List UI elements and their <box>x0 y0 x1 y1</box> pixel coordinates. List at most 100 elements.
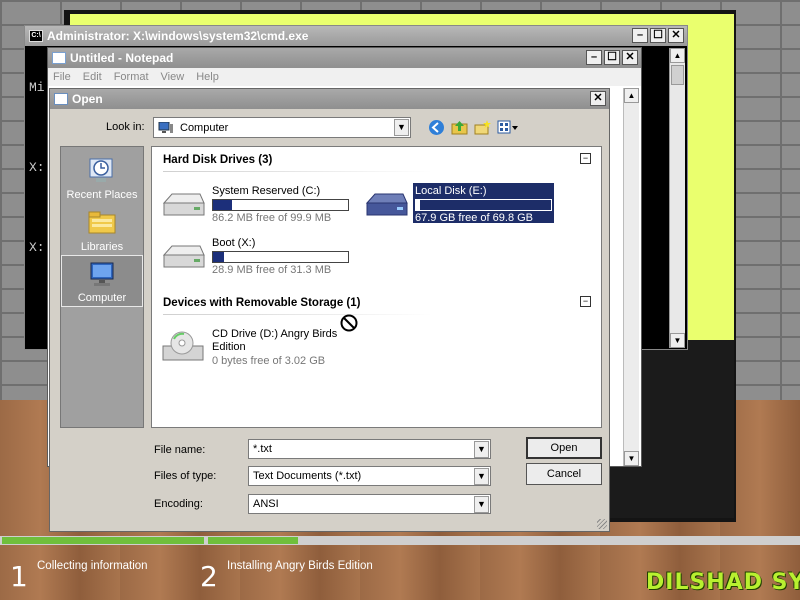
dialog-titlebar[interactable]: Open ✕ <box>50 89 609 109</box>
cmd-scrollbar[interactable]: ▲ ▼ <box>669 48 685 348</box>
drive-name: System Reserved (C:) <box>212 185 321 197</box>
cmd-minimize-button[interactable]: – <box>632 28 648 43</box>
drive-usage-fill <box>213 200 232 210</box>
encoding-dropdown[interactable]: ANSI ▼ <box>248 494 491 514</box>
collapse-group-icon[interactable]: − <box>580 153 591 164</box>
libraries-icon <box>88 211 116 234</box>
computer-icon <box>158 121 173 133</box>
drive-x[interactable]: Boot (X:) 28.9 MB free of 31.3 MB <box>160 237 360 277</box>
encoding-label: Encoding: <box>154 498 203 510</box>
drive-c[interactable]: System Reserved (C:) 86.2 MB free of 99.… <box>160 185 360 225</box>
setup-progress-bar <box>0 536 800 545</box>
group-divider <box>163 171 433 172</box>
nav-toolbar <box>428 119 519 136</box>
chevron-down-icon[interactable]: ▼ <box>474 468 489 485</box>
scroll-up-icon[interactable]: ▲ <box>624 88 639 103</box>
notepad-app-icon <box>52 52 66 64</box>
place-label: Libraries <box>80 241 124 253</box>
place-label: Recent Places <box>66 189 138 201</box>
device-free-space: 0 bytes free of 3.02 GB <box>212 355 326 367</box>
place-label: Computer <box>77 292 127 304</box>
group-divider <box>163 314 433 315</box>
dialog-app-icon <box>54 93 68 105</box>
drive-cd-d[interactable]: CD Drive (D:) Angry Birds Edition 0 byte… <box>160 328 380 372</box>
chevron-down-icon[interactable]: ▼ <box>474 441 489 458</box>
scroll-thumb[interactable] <box>671 65 684 85</box>
cancel-button[interactable]: Cancel <box>526 463 602 485</box>
look-in-value: Computer <box>180 121 229 134</box>
cmd-app-icon: C:\ <box>29 30 43 42</box>
look-in-label: Look in: <box>106 121 145 133</box>
drive-e[interactable]: Local Disk (E:) 67.9 GB free of 69.8 GB <box>363 183 563 225</box>
step-label: Collecting information <box>37 560 148 572</box>
drive-usage-bar <box>415 199 552 211</box>
setup-progress-step2 <box>208 537 298 544</box>
drive-free-space: 67.9 GB free of 69.8 GB <box>415 212 534 224</box>
place-recent-places[interactable]: Recent Places <box>61 151 143 203</box>
file-name-value: *.txt <box>253 443 272 455</box>
device-name-line1: CD Drive (D:) Angry Birds <box>212 328 338 340</box>
drive-name: Local Disk (E:) <box>415 185 487 197</box>
open-button[interactable]: Open <box>526 437 602 459</box>
cmd-title: Administrator: X:\windows\system32\cmd.e… <box>47 29 309 43</box>
notepad-close-button[interactable]: ✕ <box>622 50 638 65</box>
back-arrow-icon[interactable] <box>428 119 445 136</box>
drive-usage-bar <box>212 199 349 211</box>
places-bar: Recent Places Libraries Computer <box>60 146 144 428</box>
chevron-down-icon[interactable]: ▼ <box>474 496 489 513</box>
step-number: 1 <box>10 560 28 593</box>
hard-drive-icon <box>162 245 205 268</box>
place-libraries[interactable]: Libraries <box>61 203 143 255</box>
up-folder-icon[interactable] <box>451 119 468 136</box>
menu-view[interactable]: View <box>161 71 185 83</box>
file-type-dropdown[interactable]: Text Documents (*.txt) ▼ <box>248 466 491 486</box>
unavailable-cursor-icon <box>340 314 358 332</box>
drive-usage-fill <box>213 252 224 262</box>
device-name-line2: Edition <box>212 341 246 353</box>
file-type-value: Text Documents (*.txt) <box>253 470 362 482</box>
notepad-minimize-button[interactable]: – <box>586 50 602 65</box>
scroll-up-icon[interactable]: ▲ <box>670 48 685 63</box>
cmd-maximize-button[interactable]: ☐ <box>650 28 666 43</box>
place-computer[interactable]: Computer <box>61 255 143 307</box>
scroll-down-icon[interactable]: ▼ <box>670 333 685 348</box>
file-name-label: File name: <box>154 444 206 456</box>
file-list[interactable]: Hard Disk Drives (3) − System Reserved (… <box>151 146 602 428</box>
notepad-title: Untitled - Notepad <box>70 51 174 65</box>
look-in-dropdown[interactable]: Computer ▼ <box>153 117 411 138</box>
drive-free-space: 86.2 MB free of 99.9 MB <box>212 212 332 224</box>
cd-drive-icon <box>162 331 204 361</box>
file-name-input[interactable]: *.txt ▼ <box>248 439 491 459</box>
notepad-titlebar[interactable]: Untitled - Notepad – ☐ ✕ <box>48 48 641 68</box>
drive-usage-fill <box>416 200 421 210</box>
dialog-close-button[interactable]: ✕ <box>590 91 606 106</box>
menu-file[interactable]: File <box>53 71 71 83</box>
menu-help[interactable]: Help <box>196 71 219 83</box>
encoding-value: ANSI <box>253 498 279 510</box>
group-header-hard-disk[interactable]: Hard Disk Drives (3) <box>163 154 272 166</box>
new-folder-icon[interactable] <box>474 119 491 136</box>
views-menu-icon[interactable] <box>497 119 519 136</box>
cmd-titlebar[interactable]: C:\ Administrator: X:\windows\system32\c… <box>25 26 687 46</box>
group-header-removable[interactable]: Devices with Removable Storage (1) <box>163 297 360 309</box>
recent-places-icon <box>89 158 113 182</box>
open-dialog[interactable]: Open ✕ Look in: Computer ▼ Recent Places… <box>49 88 610 532</box>
step-number: 2 <box>200 560 218 593</box>
step-label: Installing Angry Birds Edition <box>227 560 373 572</box>
resize-grip[interactable] <box>597 519 607 529</box>
setup-progress-step1 <box>2 537 204 544</box>
cmd-close-button[interactable]: ✕ <box>668 28 684 43</box>
notepad-menubar: File Edit Format View Help <box>48 68 641 86</box>
hard-drive-icon <box>162 193 205 216</box>
dialog-title: Open <box>72 92 103 106</box>
notepad-maximize-button[interactable]: ☐ <box>604 50 620 65</box>
notepad-scrollbar[interactable]: ▲ ▼ <box>623 88 639 466</box>
menu-edit[interactable]: Edit <box>83 71 102 83</box>
collapse-group-icon[interactable]: − <box>580 296 591 307</box>
file-type-label: Files of type: <box>154 470 217 482</box>
hard-drive-icon <box>365 193 408 216</box>
chevron-down-icon[interactable]: ▼ <box>394 119 409 136</box>
menu-format[interactable]: Format <box>114 71 149 83</box>
brand-watermark: DILSHAD SYS <box>646 570 800 595</box>
scroll-down-icon[interactable]: ▼ <box>624 451 639 466</box>
